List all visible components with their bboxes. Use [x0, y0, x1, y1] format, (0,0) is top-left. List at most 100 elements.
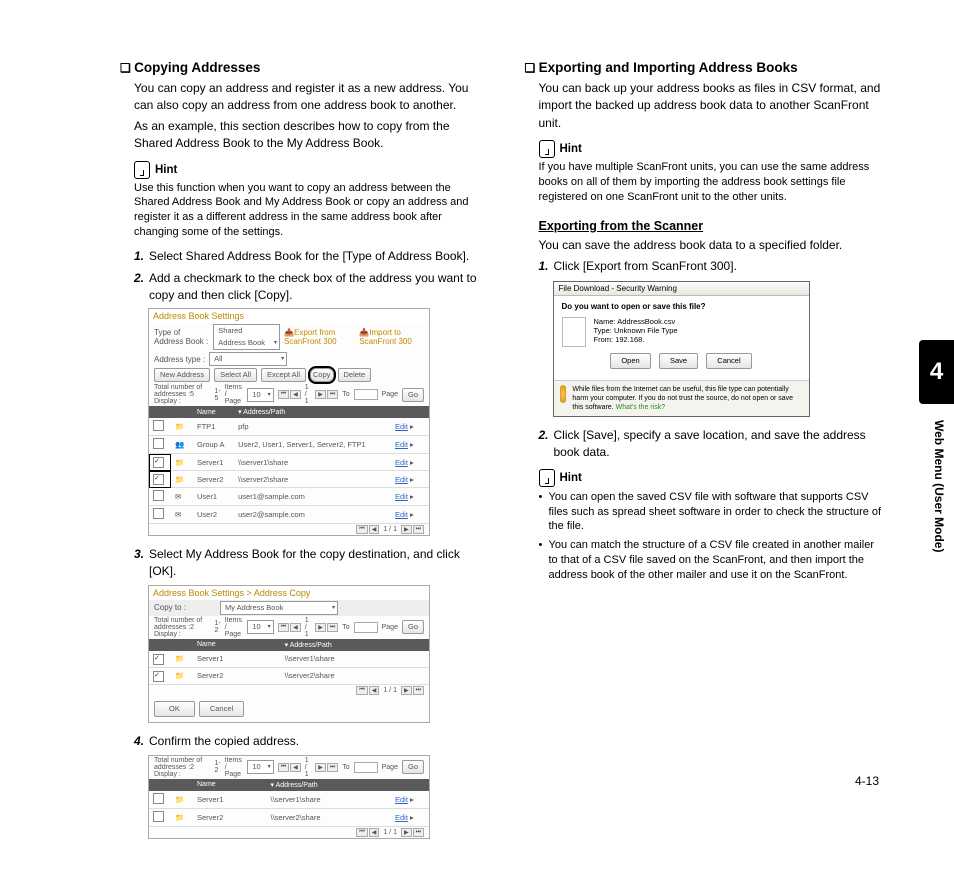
subheading-export: Exporting from the Scanner [539, 219, 885, 233]
table-row: 📁FTP1pfpEdit ▸ [149, 418, 429, 436]
row-check[interactable] [153, 490, 164, 501]
bullet-2: You can match the structure of a CSV fil… [539, 538, 885, 583]
hint1-text: If you have multiple ScanFront units, yo… [539, 160, 885, 205]
table-row: 📁Server2\\server2\shareEdit ▸ [149, 808, 429, 826]
side-label: Web Menu (User Mode) [932, 420, 946, 552]
pager-nav[interactable]: ⏮◀ [278, 390, 301, 399]
row-check[interactable] [153, 438, 164, 449]
row-check[interactable] [153, 508, 164, 519]
row-check[interactable] [153, 457, 164, 468]
page-word: Page [382, 391, 398, 398]
file-icon [562, 317, 586, 347]
row-check[interactable] [153, 654, 164, 665]
col-name[interactable]: Name [193, 406, 234, 418]
display-range: 1-5 [214, 388, 220, 402]
bullet-1: You can open the saved CSV file with sof… [539, 490, 885, 535]
except-all-button[interactable]: Except All [261, 368, 306, 382]
row-check[interactable] [153, 420, 164, 431]
hint-icon [539, 140, 555, 158]
cancel-button[interactable]: Cancel [199, 701, 244, 717]
edit-link[interactable]: Edit [395, 813, 408, 822]
dialog-question: Do you want to open or save this file? [562, 302, 801, 311]
from-label: From: [594, 335, 614, 344]
type-select[interactable]: Shared Address Book [213, 324, 280, 350]
type-label2: Type: [594, 326, 612, 335]
edit-link[interactable]: Edit [395, 510, 408, 519]
open-button[interactable]: Open [610, 353, 650, 369]
table-row: 📁Server1\\server1\shareEdit ▸ [149, 791, 429, 809]
shield-icon [560, 385, 567, 403]
step-1: 1.Select Shared Address Book for the [Ty… [134, 248, 480, 265]
go-button3[interactable]: Go [402, 760, 424, 774]
sub-intro: You can save the address book data to a … [539, 237, 885, 254]
name-val: AddressBook.csv [617, 317, 675, 326]
col-addr[interactable]: Address/Path [243, 409, 285, 416]
heading-copying: Copying Addresses [120, 60, 480, 75]
ui1-title: Address Book Settings [149, 309, 429, 323]
table-row: 📁Server2\\server2\shareEdit ▸ [149, 471, 429, 488]
addrtype-label: Address type : [154, 355, 205, 364]
addrtype-select[interactable]: All [209, 352, 287, 366]
items-sel2[interactable]: 10 [247, 620, 273, 634]
row-check[interactable] [153, 793, 164, 804]
copy-table: Name▾ Address/Path 📁Server1\\server1\sha… [149, 639, 429, 685]
step-2: 2.Add a checkmark to the check box of th… [134, 270, 480, 304]
to-label: To [342, 391, 349, 398]
page-input2[interactable] [354, 622, 378, 633]
type-val: Unknown File Type [614, 326, 678, 335]
risk-link[interactable]: What's the risk? [616, 404, 666, 411]
edit-link[interactable]: Edit [395, 475, 408, 484]
edit-link[interactable]: Edit [395, 492, 408, 501]
confirm-table: Name▾ Address/Path 📁Server1\\server1\sha… [149, 779, 429, 827]
table-row: ✉User2user2@sample.comEdit ▸ [149, 506, 429, 524]
hint-label-r2: Hint [539, 469, 885, 487]
table-row: 📁Server2\\server2\share [149, 667, 429, 684]
hint-word2: Hint [560, 472, 582, 484]
copy-button[interactable]: Copy [310, 368, 334, 382]
ui-address-copy: Address Book Settings > Address Copy Cop… [148, 585, 430, 723]
save-button[interactable]: Save [659, 353, 698, 369]
total2: Total number of addresses :2 Display : [154, 617, 210, 638]
go-button2[interactable]: Go [402, 620, 424, 634]
file-download-dialog: File Download - Security Warning Do you … [553, 281, 810, 417]
page-input3[interactable] [354, 762, 378, 773]
table-row: 👥Group AUser2, User1, Server1, Server2, … [149, 436, 429, 454]
edit-link[interactable]: Edit [395, 440, 408, 449]
items-select[interactable]: 10 [247, 388, 273, 402]
step4-text: Confirm the copied address. [149, 734, 299, 748]
r-step2: 2.Click [Save], specify a save location,… [539, 427, 885, 461]
copy-dest-select[interactable]: My Address Book [220, 601, 338, 615]
row-check[interactable] [153, 671, 164, 682]
row-check[interactable] [153, 474, 164, 485]
new-address-button[interactable]: New Address [154, 368, 210, 382]
rstep1-text: Click [Export from ScanFront 300]. [554, 259, 737, 273]
type-label: Type of Address Book : [154, 328, 209, 346]
export-link[interactable]: 📤Export from ScanFront 300 [284, 328, 355, 346]
cancel-button2[interactable]: Cancel [706, 353, 751, 369]
r-step1: 1.Click [Export from ScanFront 300]. [539, 258, 885, 275]
right-intro: You can back up your address books as fi… [539, 80, 885, 132]
dialog-title: File Download - Security Warning [554, 282, 809, 296]
hint-word: Hint [155, 164, 177, 176]
table-row: ✉User1user1@sample.comEdit ▸ [149, 488, 429, 506]
hint-icon [539, 469, 555, 487]
step3-text: Select My Address Book for the copy dest… [149, 547, 460, 578]
edit-link[interactable]: Edit [395, 422, 408, 431]
pager-nav2[interactable]: ▶⏭ [315, 390, 338, 399]
import-link[interactable]: 📥Import to ScanFront 300 [359, 328, 424, 346]
intro-text-2: As an example, this section describes ho… [134, 118, 480, 153]
step-4: 4.Confirm the copied address. [134, 733, 480, 750]
row-check[interactable] [153, 811, 164, 822]
edit-link[interactable]: Edit [395, 458, 408, 467]
delete-button[interactable]: Delete [338, 368, 372, 382]
go-button[interactable]: Go [402, 388, 424, 402]
step1-text: Select Shared Address Book for the [Type… [149, 249, 469, 263]
items-sel3[interactable]: 10 [247, 760, 273, 774]
page-input[interactable] [354, 389, 378, 400]
edit-link[interactable]: Edit [395, 795, 408, 804]
hint-icon [134, 161, 150, 179]
select-all-button[interactable]: Select All [214, 368, 257, 382]
ui2-title: Address Book Settings > Address Copy [149, 586, 429, 600]
ui-confirm: Total number of addresses :2 Display : 1… [148, 755, 430, 839]
ok-button[interactable]: OK [154, 701, 195, 717]
